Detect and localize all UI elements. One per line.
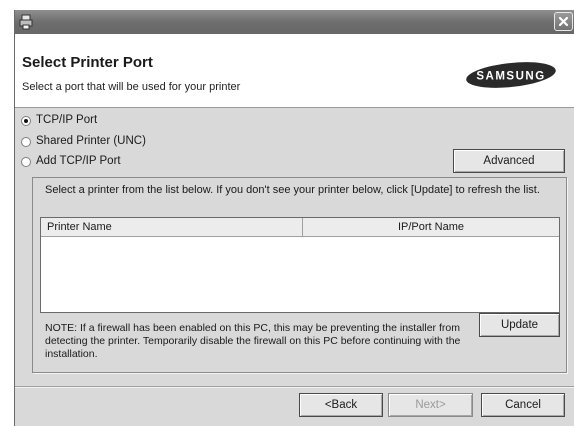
samsung-logo: SAMSUNG (465, 61, 557, 89)
radio-label: Shared Printer (UNC) (36, 135, 146, 147)
installer-icon (19, 14, 35, 30)
radio-label: TCP/IP Port (36, 114, 98, 126)
title-bar[interactable] (15, 10, 574, 34)
instruction-text: Select a printer from the list below. If… (45, 184, 540, 196)
column-header-ip-port-name[interactable]: IP/Port Name (303, 221, 559, 233)
column-header-printer-name[interactable]: Printer Name (47, 221, 112, 233)
list-header: Printer Name IP/Port Name (41, 218, 559, 237)
header-panel: Select Printer Port Select a port that w… (15, 34, 574, 108)
cancel-button[interactable]: Cancel (481, 393, 565, 417)
radio-button[interactable] (21, 137, 31, 147)
back-button[interactable]: <Back (299, 393, 383, 417)
radio-button[interactable] (21, 116, 31, 126)
update-button[interactable]: Update (479, 313, 560, 337)
firewall-note: NOTE: If a firewall has been enabled on … (45, 322, 461, 360)
radio-label: Add TCP/IP Port (36, 155, 121, 167)
advanced-button[interactable]: Advanced (453, 149, 565, 173)
close-button[interactable] (554, 12, 573, 31)
page-title: Select Printer Port (22, 54, 153, 71)
installer-window: Select Printer Port Select a port that w… (14, 10, 574, 426)
printer-list[interactable]: Printer Name IP/Port Name (40, 217, 560, 313)
footer-separator (15, 386, 574, 388)
radio-button[interactable] (21, 157, 31, 167)
page-subtitle: Select a port that will be used for your… (22, 81, 241, 93)
next-button[interactable]: Next> (388, 393, 473, 417)
logo-text: SAMSUNG (476, 71, 545, 83)
